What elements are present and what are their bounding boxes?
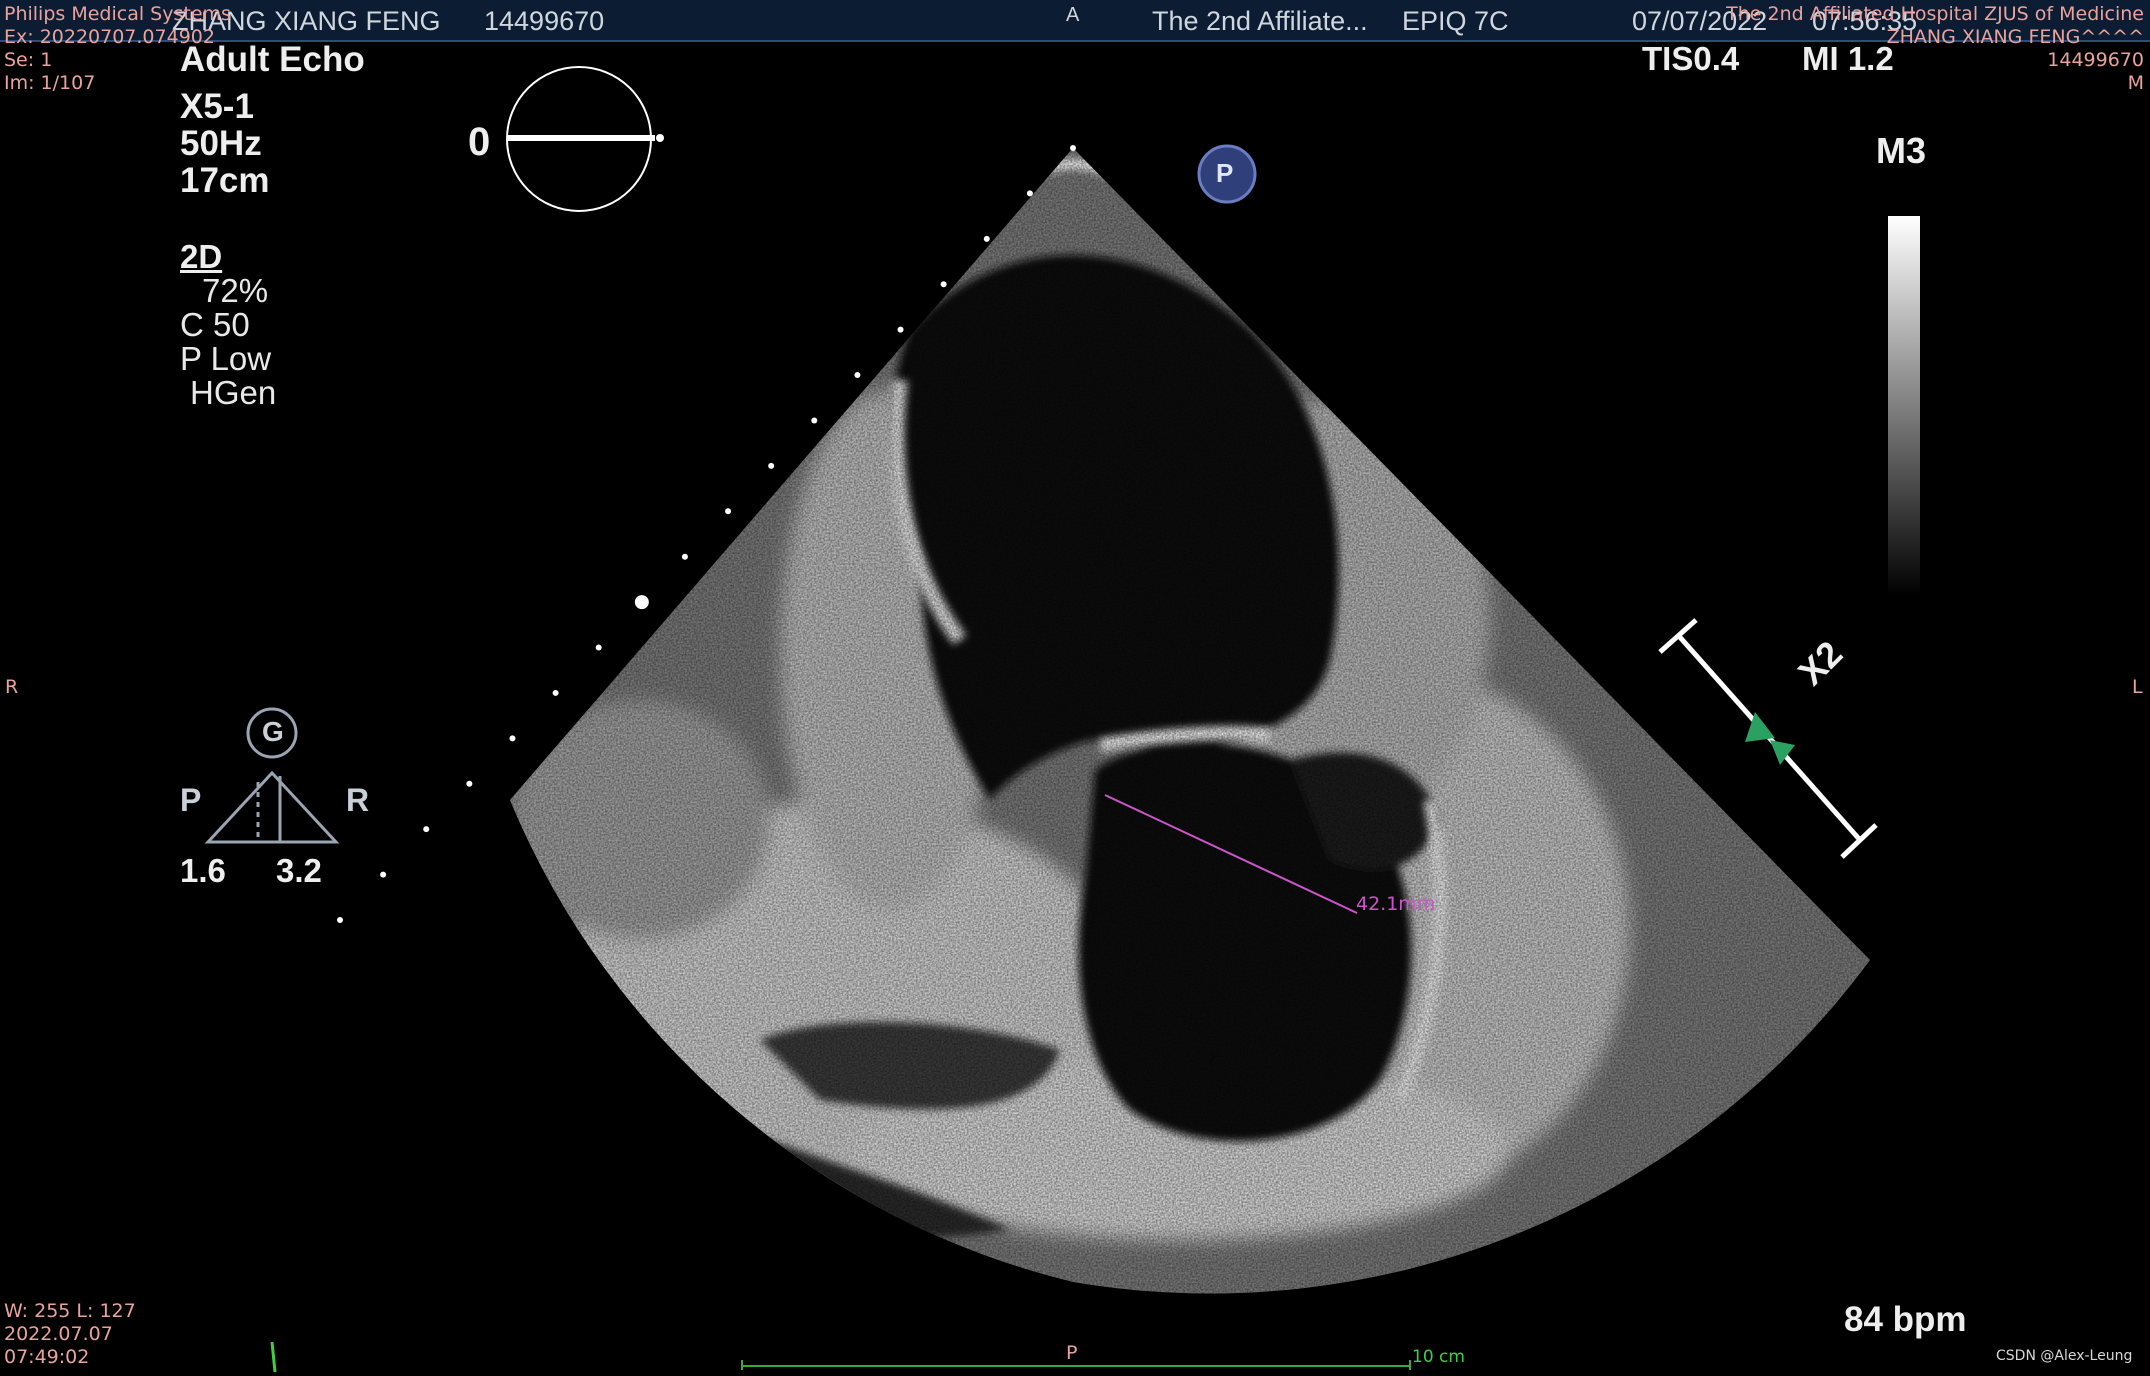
- tee-right-label: R: [346, 782, 370, 818]
- rotation-dial-icon: [506, 66, 664, 212]
- header-patient-id: 14499670: [484, 6, 605, 36]
- ecg-trigger-marker: [270, 1341, 277, 1373]
- dicom-sex: M: [2127, 72, 2144, 94]
- depth-marker-dot: [1026, 190, 1033, 197]
- depth-marker-dot: [940, 281, 947, 288]
- tis-label: TIS0.4: [1642, 40, 1740, 77]
- imaging-params: 2D 72% C 50 P Low HGen: [180, 240, 276, 410]
- dicom-right-block: The 2nd Affiliated Hospital ZJUS of Medi…: [1726, 3, 2144, 95]
- ultrasound-image: [204, 66, 1920, 1373]
- acquisition-time: 07:49:02: [4, 1346, 90, 1368]
- dicom-institution: The 2nd Affiliated Hospital ZJUS of Medi…: [1726, 3, 2144, 25]
- tee-value-left: 1.6: [180, 852, 226, 889]
- depth-marker-dot: [466, 780, 473, 787]
- depth-marker-dot: [634, 595, 649, 610]
- frame-rate-label: 50Hz: [180, 124, 262, 163]
- watermark-text: CSDN @Alex-Leung: [1996, 1348, 2133, 1364]
- compression-label: C 50: [180, 306, 250, 343]
- depth-marker-dot: [725, 508, 732, 515]
- orientation-right: L: [2132, 676, 2143, 698]
- window-level-block: W: 255 L: 127 2022.07.07 07:49:02: [4, 1300, 136, 1369]
- depth-marker-dot: [380, 871, 387, 878]
- acquisition-date: 2022.07.07: [4, 1323, 113, 1345]
- depth-label: 17cm: [180, 161, 270, 200]
- depth-marker-dot: [854, 372, 861, 379]
- depth-marker-dot: [897, 326, 904, 333]
- probe-marker-label: P: [1216, 158, 1234, 188]
- heart-rate-label: 84 bpm: [1844, 1300, 1967, 1339]
- tee-badge-label: G: [262, 716, 284, 747]
- dicom-patient-id: 14499670: [2047, 49, 2144, 71]
- gray-map-label: M3: [1876, 130, 1927, 171]
- depth-marker-dot: [509, 735, 516, 742]
- header-system-model: EPIQ 7C: [1402, 6, 1509, 36]
- depth-marker-dot: [768, 462, 775, 469]
- depth-marker-dot: [811, 417, 818, 424]
- preset-label: Adult Echo: [180, 40, 365, 79]
- header-hospital: The 2nd Affiliate...: [1152, 6, 1368, 36]
- dicom-patient-name: ZHANG XIANG FENG^^^^: [1886, 26, 2144, 48]
- mi-label: MI 1.2: [1802, 40, 1894, 77]
- depth-marker-dot: [595, 644, 602, 651]
- depth-marker-dot: [983, 235, 990, 242]
- depth-marker-dot: [552, 689, 559, 696]
- depth-marker-dot: [337, 917, 343, 923]
- power-label: P Low: [180, 340, 272, 377]
- scale-bar-label: 10 cm: [1412, 1347, 1465, 1367]
- frequency-label: HGen: [190, 374, 277, 411]
- orientation-bottom: P: [1066, 1342, 1078, 1364]
- tee-left-label: P: [180, 782, 202, 818]
- orientation-top: A: [1066, 4, 1080, 26]
- gray-map-bar: [1888, 216, 1920, 596]
- dicom-manufacturer: Philips Medical Systems: [4, 3, 231, 25]
- window-level-value: W: 255 L: 127: [4, 1300, 136, 1322]
- depth-marker-dot: [681, 553, 688, 560]
- rotation-angle-label: 0: [468, 120, 491, 164]
- depth-marker-dot: [423, 826, 430, 833]
- mode-label: 2D: [180, 238, 223, 275]
- gain-label: 72%: [202, 272, 269, 309]
- acquisition-params: X5-1 50Hz 17cm: [180, 88, 270, 199]
- tee-value-right: 3.2: [276, 852, 322, 889]
- measurement-label: 42.1mm: [1356, 893, 1436, 915]
- depth-marker-dot: [1070, 145, 1076, 151]
- orientation-left: R: [5, 676, 19, 698]
- transducer-label: X5-1: [180, 87, 254, 126]
